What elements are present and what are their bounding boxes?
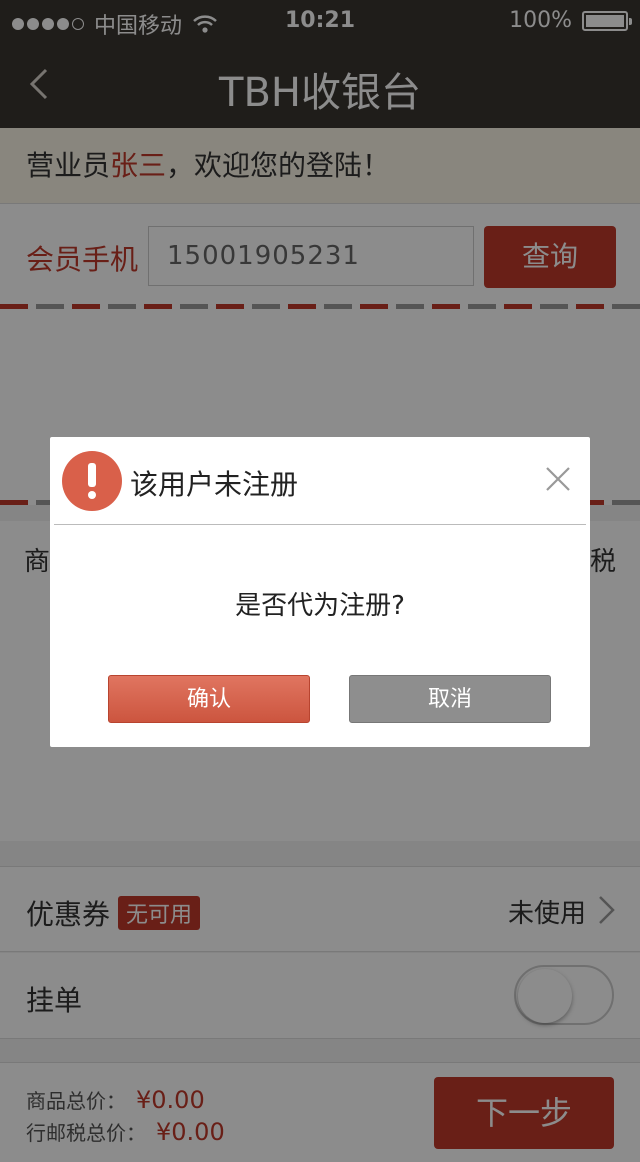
confirm-button[interactable]: 确认 [108,675,310,723]
unregistered-user-dialog: 该用户未注册 是否代为注册? 确认 取消 [50,437,590,747]
close-icon[interactable] [544,465,572,493]
dialog-title: 该用户未注册 [130,468,299,501]
dialog-message: 是否代为注册? [235,591,405,621]
warning-icon [62,451,122,511]
cancel-button[interactable]: 取消 [349,675,551,723]
dialog-divider [54,524,586,525]
